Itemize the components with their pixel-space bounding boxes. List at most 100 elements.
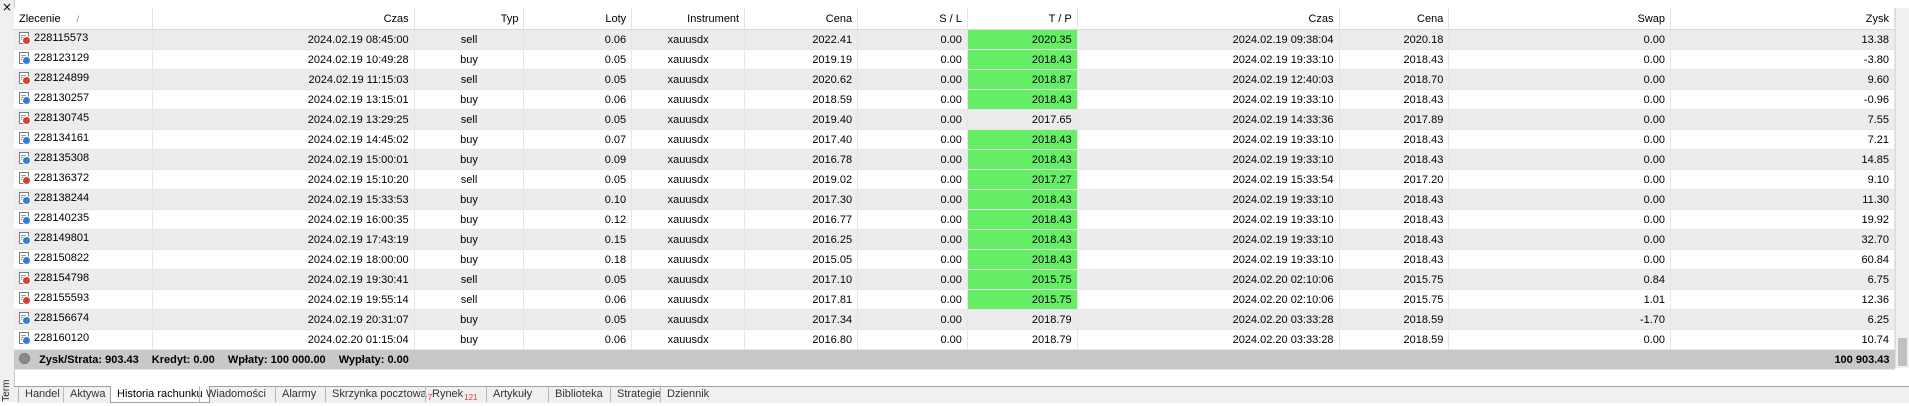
cell-sl: 0.00 — [857, 29, 968, 50]
tab-strategie[interactable]: Strategie — [610, 386, 667, 402]
vertical-scrollbar[interactable] — [1895, 8, 1909, 368]
account-history-table: Zlecenie / Czas Typ Loty Instrument Cena … — [14, 8, 1895, 370]
ticket-number: 228136372 — [34, 172, 90, 184]
cell-symbol: xauusdx — [631, 309, 746, 330]
buy-ticket-icon — [19, 212, 31, 225]
table-row[interactable]: 228140235 2024.02.19 16:00:35 buy 0.12 xauus… — [14, 209, 1895, 230]
cell-sl: 0.00 — [857, 289, 968, 310]
column-header-close-time[interactable]: Czas — [1077, 8, 1340, 30]
ticket-number: 228115573 — [34, 32, 89, 44]
buy-ticket-icon — [19, 52, 31, 65]
ticket-number: 228160120 — [34, 332, 90, 344]
cell-sl: 0.00 — [857, 309, 968, 330]
column-header-ticket[interactable]: Zlecenie / — [14, 8, 153, 30]
cell-profit: 60.84 — [1670, 249, 1895, 270]
tab-rynek[interactable]: Rynek121 — [425, 386, 484, 402]
tab-dziennik[interactable]: Dziennik — [660, 386, 715, 402]
close-icon[interactable]: × — [1, 1, 13, 13]
column-header-type[interactable]: Typ — [414, 8, 525, 30]
cell-type: buy — [414, 189, 525, 210]
cell-profit: 7.55 — [1670, 109, 1895, 130]
buy-ticket-icon — [19, 252, 31, 265]
tab-biblioteka[interactable]: Biblioteka — [548, 386, 609, 402]
cell-symbol: xauusdx — [631, 229, 746, 250]
column-header-open-price[interactable]: Cena — [744, 8, 859, 30]
table-row[interactable]: 228124899 2024.02.19 11:15:03 sell 0.05 xauu… — [14, 69, 1895, 90]
cell-profit: 9.60 — [1670, 69, 1895, 90]
cell-close-time: 2024.02.19 14:33:36 — [1077, 109, 1340, 130]
table-row[interactable]: 228160120 2024.02.20 01:15:04 buy 0.06 xauus… — [14, 329, 1895, 350]
cell-lots: 0.18 — [523, 249, 633, 270]
table-row[interactable]: 228155593 2024.02.19 19:55:14 sell 0.06 xauu… — [14, 289, 1895, 310]
summary-deposits: Wpłaty: 100 000.00 — [227, 354, 326, 366]
table-row[interactable]: 228136372 2024.02.19 15:10:20 sell 0.05 xauu… — [14, 169, 1895, 190]
summary-dot-icon — [19, 353, 30, 364]
table-row[interactable]: 228150822 2024.02.19 18:00:00 buy 0.18 xauus… — [14, 249, 1895, 270]
cell-open-price: 2017.34 — [744, 309, 859, 330]
cell-open-price: 2017.40 — [744, 129, 859, 150]
tab-aktywa[interactable]: Aktywa — [63, 386, 111, 402]
column-header-tp[interactable]: T / P — [967, 8, 1078, 30]
table-row[interactable]: 228154798 2024.02.19 19:30:41 sell 0.05 xauu… — [14, 269, 1895, 290]
cell-lots: 0.06 — [523, 89, 633, 110]
table-row[interactable]: 228123129 2024.02.19 10:49:28 buy 0.05 xauus… — [14, 49, 1895, 70]
column-header-symbol[interactable]: Instrument — [631, 8, 746, 30]
cell-tp: 2018.87 — [967, 69, 1078, 90]
column-header-profit[interactable]: Zysk — [1670, 8, 1895, 30]
cell-lots: 0.06 — [523, 329, 633, 350]
table-row[interactable]: 228115573 2024.02.19 08:45:00 sell 0.06 xauu… — [14, 29, 1895, 50]
tab-alarmy[interactable]: Alarmy — [275, 386, 322, 402]
sell-ticket-icon — [19, 172, 31, 185]
table-row[interactable]: 228130745 2024.02.19 13:29:25 sell 0.05 xauu… — [14, 109, 1895, 130]
table-row[interactable]: 228130257 2024.02.19 13:15:01 buy 0.06 xauus… — [14, 89, 1895, 110]
terminal-side-label-text: Terminal — [1, 380, 12, 402]
tab-label: Wiadomości — [206, 388, 266, 400]
tab-artykuły[interactable]: Artykuły — [486, 386, 538, 402]
cell-swap: 0.00 — [1448, 29, 1672, 50]
cell-type: buy — [414, 49, 525, 70]
cell-lots: 0.15 — [523, 229, 633, 250]
cell-ticket: 228154798 — [14, 269, 153, 290]
ticket-number: 228149801 — [34, 232, 90, 244]
summary-cell: Zysk/Strata: 903.43 Kredyt: 0.00 Wpłaty:… — [14, 349, 1671, 370]
cell-sl: 0.00 — [857, 269, 968, 290]
cell-profit: -0.96 — [1670, 89, 1895, 110]
tab-historia-rachunku[interactable]: Historia rachunku — [110, 386, 210, 403]
cell-profit: 32.70 — [1670, 229, 1895, 250]
cell-close-time: 2024.02.19 12:40:03 — [1077, 69, 1340, 90]
cell-swap: 1.01 — [1448, 289, 1672, 310]
column-header-swap[interactable]: Swap — [1448, 8, 1672, 30]
sort-indicator-icon: / — [76, 13, 80, 24]
cell-sl: 0.00 — [857, 69, 968, 90]
cell-close-price: 2018.43 — [1339, 249, 1450, 270]
tab-handel[interactable]: Handel — [18, 386, 66, 402]
column-header-open-time[interactable]: Czas — [152, 8, 415, 30]
table-row[interactable]: 228134161 2024.02.19 14:45:02 buy 0.07 xauus… — [14, 129, 1895, 150]
cell-close-time: 2024.02.19 19:33:10 — [1077, 229, 1340, 250]
scrollbar-thumb[interactable] — [1898, 338, 1907, 366]
tab-wiadomości[interactable]: Wiadomości — [199, 386, 272, 402]
tab-label: Handel — [25, 388, 60, 400]
sell-ticket-icon — [19, 32, 31, 45]
column-header-sl[interactable]: S / L — [857, 8, 968, 30]
ticket-number: 228135308 — [34, 152, 90, 164]
cell-close-time: 2024.02.20 02:10:06 — [1077, 289, 1340, 310]
cell-tp: 2018.43 — [967, 129, 1078, 150]
column-header-lots[interactable]: Loty — [523, 8, 633, 30]
tab-label: Skrzynka pocztowa — [332, 388, 427, 400]
tab-skrzynka-pocztowa[interactable]: Skrzynka pocztowa7 — [325, 386, 438, 402]
cell-close-price: 2017.20 — [1339, 169, 1450, 190]
table-row[interactable]: 228149801 2024.02.19 17:43:19 buy 0.15 xauus… — [14, 229, 1895, 250]
cell-tp: 2018.43 — [967, 149, 1078, 170]
column-header-close-price[interactable]: Cena — [1339, 8, 1450, 30]
tab-label: Strategie — [617, 388, 662, 400]
table-row[interactable]: 228135308 2024.02.19 15:00:01 buy 0.09 xauus… — [14, 149, 1895, 170]
cell-type: buy — [414, 129, 525, 150]
table-row[interactable]: 228138244 2024.02.19 15:33:53 buy 0.10 xauus… — [14, 189, 1895, 210]
cell-open-time: 2024.02.19 18:00:00 — [152, 249, 415, 270]
cell-close-time: 2024.02.19 15:33:54 — [1077, 169, 1340, 190]
cell-lots: 0.05 — [523, 49, 633, 70]
cell-sl: 0.00 — [857, 89, 968, 110]
table-row[interactable]: 228156674 2024.02.19 20:31:07 buy 0.05 xauus… — [14, 309, 1895, 330]
buy-ticket-icon — [19, 312, 31, 325]
